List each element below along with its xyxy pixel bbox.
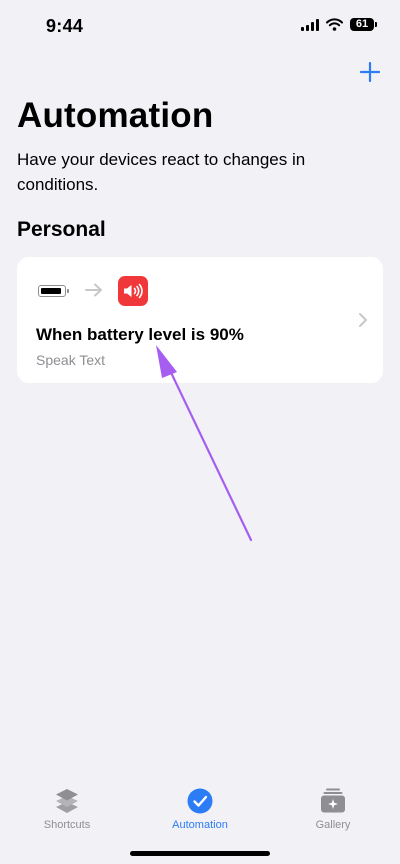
speak-text-action-icon: [118, 276, 148, 306]
checkmark-clock-icon: [187, 788, 213, 814]
add-automation-button[interactable]: [358, 60, 382, 84]
speaker-icon: [124, 283, 143, 299]
status-time: 9:44: [46, 16, 84, 36]
gallery-icon: [321, 788, 345, 813]
automation-card[interactable]: When battery level is 90% Speak Text: [17, 257, 383, 383]
tab-label: Gallery: [315, 819, 351, 831]
arrow-right-icon: [85, 283, 102, 297]
battery-trigger-icon: [38, 285, 69, 297]
page-subtitle: Have your devices react to changes in co…: [17, 150, 306, 194]
wifi-icon: [326, 18, 343, 31]
plus-icon: [360, 62, 380, 82]
status-bar: 9:44 61: [0, 0, 400, 54]
tab-shortcuts[interactable]: Shortcuts: [17, 786, 117, 831]
chevron-right-icon: [359, 313, 367, 327]
battery-level: 61: [355, 18, 369, 30]
tab-gallery[interactable]: Gallery: [283, 786, 383, 831]
automation-subtitle: Speak Text: [36, 352, 106, 368]
tab-automation[interactable]: Automation: [150, 786, 250, 831]
automation-title: When battery level is 90%: [36, 325, 244, 344]
battery-icon: 61: [350, 18, 377, 31]
section-title: Personal: [17, 218, 106, 241]
layers-icon: [56, 789, 78, 813]
page-title: Automation: [17, 96, 214, 135]
tab-label: Shortcuts: [43, 819, 91, 831]
tab-label: Automation: [172, 819, 228, 831]
status-icons: 61: [301, 18, 377, 31]
home-indicator: [130, 851, 270, 856]
cellular-signal-icon: [301, 18, 319, 31]
